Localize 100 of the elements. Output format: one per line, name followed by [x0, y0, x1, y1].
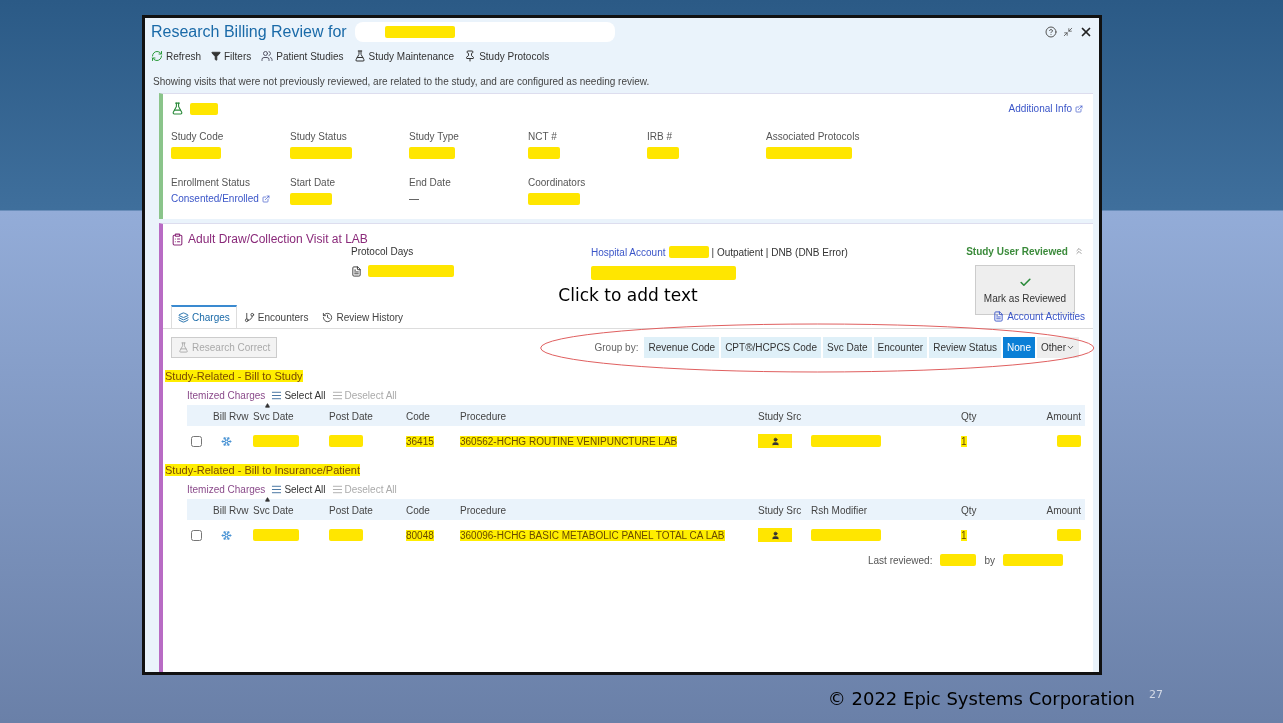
sort-icon — [265, 403, 270, 408]
field-label: Coordinators — [528, 177, 587, 188]
column-header[interactable]: Code — [406, 505, 460, 516]
check-icon — [1018, 276, 1032, 289]
branch-icon — [243, 312, 255, 323]
sort-icon — [265, 497, 270, 502]
toolbar-button[interactable]: Study Maintenance — [353, 50, 455, 62]
column-header[interactable]: Qty — [961, 505, 1001, 516]
table-cell: 80048 — [406, 529, 434, 541]
list-icon — [331, 390, 343, 401]
redaction-mark — [329, 529, 363, 541]
column-header[interactable]: Bill Rvw — [213, 505, 253, 516]
redaction-mark — [329, 435, 363, 447]
enrollment-link[interactable]: Consented/Enrolled — [171, 193, 290, 204]
redaction-mark — [668, 246, 709, 258]
field-value: — — [409, 193, 420, 204]
column-header[interactable]: Procedure — [460, 505, 758, 516]
table-cell: 360562-HCHG ROUTINE VENIPUNCTURE LAB — [460, 435, 678, 447]
column-header[interactable]: Post Date — [329, 505, 406, 516]
column-header[interactable]: Study Src — [758, 505, 811, 516]
row-checkbox[interactable] — [191, 435, 202, 447]
column-header[interactable]: Svc Date — [253, 411, 329, 422]
flask-icon — [353, 50, 366, 62]
group-by-option[interactable]: None — [1003, 337, 1035, 358]
list-icon — [271, 390, 283, 401]
notice-text: Showing visits that were not previously reviewed, are related to the study, and are configured as needing review. — [152, 75, 651, 89]
column-header[interactable]: Study Src — [758, 411, 811, 422]
table-cell: 1 — [961, 529, 967, 541]
column-header[interactable]: Rsh Modifier — [811, 505, 961, 516]
caret-icon — [1066, 343, 1075, 352]
clipboard-icon — [171, 232, 184, 246]
by-label: by — [984, 554, 995, 566]
column-header[interactable]: Amount — [1001, 411, 1081, 422]
protocol-days-label: Protocol Days — [351, 246, 414, 257]
external-link-icon — [261, 194, 270, 203]
redaction-mark — [940, 554, 977, 566]
table-cell: 36415 — [406, 435, 434, 447]
toolbar-button[interactable]: Patient Studies — [261, 50, 344, 62]
stack-icon — [178, 312, 189, 323]
redaction-mark — [253, 435, 299, 447]
list-icon — [331, 484, 343, 495]
filter-icon — [211, 51, 221, 61]
field-label: IRB # — [647, 131, 673, 142]
column-header[interactable]: Post Date — [329, 411, 406, 422]
document-icon — [993, 311, 1005, 322]
row-checkbox[interactable] — [191, 529, 202, 541]
redaction-mark — [528, 147, 560, 159]
field-label: NCT # — [528, 131, 558, 142]
field-label: Study Status — [290, 131, 348, 142]
window-title: Research Billing Review for — [151, 23, 347, 41]
toolbar-button[interactable]: Refresh — [151, 50, 201, 62]
page-number: 27 — [1149, 688, 1163, 701]
flask-icon — [171, 102, 184, 115]
flask-icon — [178, 342, 189, 353]
collapse-icon[interactable] — [1063, 27, 1073, 37]
redaction-mark — [647, 147, 679, 159]
redaction-mark — [190, 102, 218, 115]
tab[interactable]: Charges — [171, 305, 237, 328]
toolbar-button[interactable]: Filters — [211, 50, 252, 62]
redaction-mark — [811, 529, 881, 541]
list-icon — [271, 484, 283, 495]
copyright-text: © 2022 Epic Systems Corporation — [827, 688, 1135, 709]
toolbar-button[interactable]: Study Protocols — [464, 50, 550, 62]
itemized-charges-label: Itemized Charges — [187, 484, 266, 495]
close-icon[interactable] — [1079, 25, 1093, 39]
visit-title-text: Adult Draw/Collection Visit at LAB — [188, 232, 368, 246]
table-cell: 1 — [961, 435, 967, 447]
group-by-option[interactable]: Review Status — [929, 337, 1002, 358]
group-by-option[interactable]: CPT®/HCPCS Code — [721, 337, 821, 358]
help-icon[interactable] — [1045, 26, 1057, 38]
field-label: Enrollment Status — [171, 177, 251, 188]
review-status: Study User Reviewed — [966, 246, 1068, 257]
hospital-account-link[interactable]: Hospital Account — [591, 246, 666, 258]
column-header[interactable]: Procedure — [460, 411, 758, 422]
redaction-mark — [811, 435, 881, 447]
select-all-button[interactable]: Select All — [271, 484, 326, 495]
group-by-option[interactable]: Encounter — [873, 337, 928, 358]
other-dropdown[interactable]: Other — [1037, 337, 1079, 358]
column-header[interactable]: Bill Rvw — [213, 411, 253, 422]
field-label: Study Code — [171, 131, 225, 142]
redaction-mark — [290, 147, 352, 159]
redaction-mark — [290, 193, 332, 205]
column-header[interactable]: Code — [406, 411, 460, 422]
group-by-option[interactable]: Svc Date — [823, 337, 872, 358]
redaction-mark — [528, 193, 580, 205]
user-icon — [770, 436, 780, 446]
group-by-option[interactable]: Revenue Code — [644, 337, 720, 358]
user-icon — [770, 530, 780, 540]
column-header[interactable]: Amount — [1001, 505, 1081, 516]
field-label: Study Type — [409, 131, 460, 142]
redaction-mark — [1057, 435, 1081, 447]
redaction-mark — [253, 529, 299, 541]
column-header[interactable]: Qty — [961, 411, 1001, 422]
document-icon — [351, 265, 362, 277]
additional-info-link[interactable]: Additional Info — [1008, 103, 1083, 114]
section-title: Study-Related - Bill to Insurance/Patient — [165, 464, 361, 476]
column-header[interactable]: Svc Date — [253, 505, 329, 516]
external-link-icon — [1075, 104, 1083, 113]
snowflake-icon — [221, 435, 232, 447]
select-all-button[interactable]: Select All — [271, 390, 326, 401]
